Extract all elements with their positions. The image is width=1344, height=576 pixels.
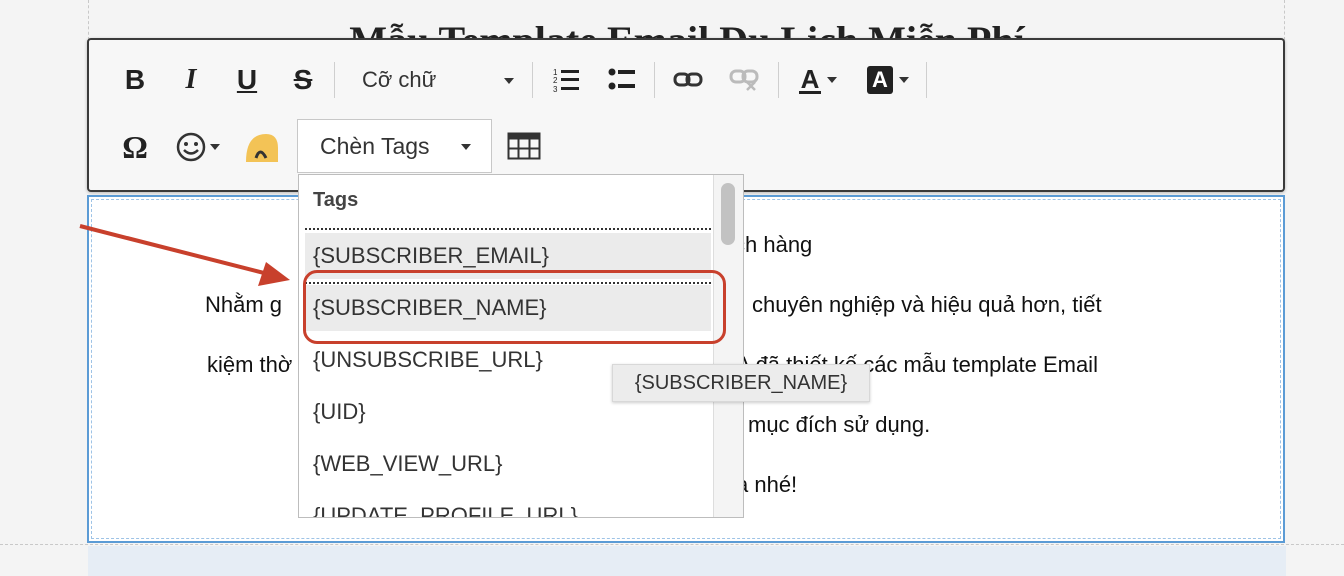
tag-option-update-profile-url[interactable]: {UPDATE_PROFILE_URL} xyxy=(305,493,711,518)
tag-option-label: {UID} xyxy=(313,399,366,424)
annotation-highlight-box xyxy=(303,270,726,344)
tag-tooltip: {SUBSCRIBER_NAME} xyxy=(612,364,870,402)
tags-dropdown-header: Tags xyxy=(313,189,359,211)
tags-dropdown[interactable]: Tags {SUBSCRIBER_EMAIL} {SUBSCRIBER_NAME… xyxy=(298,174,744,518)
dropdown-scrollbar[interactable] xyxy=(713,175,743,517)
tag-option-label: {WEB_VIEW_URL} xyxy=(313,451,503,476)
tag-option-web-view-url[interactable]: {WEB_VIEW_URL} xyxy=(305,441,711,487)
tag-option-label: {UNSUBSCRIBE_URL} xyxy=(313,347,543,372)
tag-option-label: {UPDATE_PROFILE_URL} xyxy=(313,503,578,518)
dropdown-separator xyxy=(305,228,711,230)
scrollbar-thumb[interactable] xyxy=(721,183,735,245)
tag-option-label: {SUBSCRIBER_EMAIL} xyxy=(313,243,549,268)
